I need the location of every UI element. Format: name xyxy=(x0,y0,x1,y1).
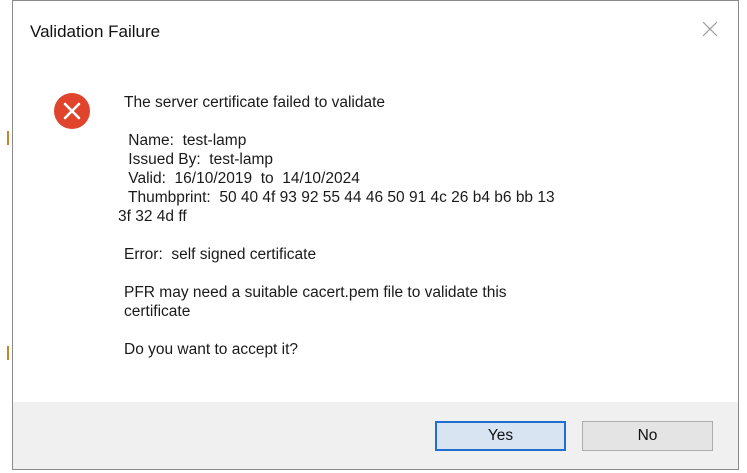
title-bar: Validation Failure xyxy=(13,1,738,63)
hint-message: PFR may need a suitable cacert.pem file … xyxy=(124,284,507,301)
dialog-footer: Yes No xyxy=(13,402,738,469)
hint-message-continued: certificate xyxy=(124,303,191,320)
dialog-body: The server certificate failed to validat… xyxy=(13,63,738,403)
cert-thumbprint-continued: 3f 32 4d ff xyxy=(118,208,187,225)
yes-button[interactable]: Yes xyxy=(435,421,566,451)
cert-valid: Valid: 16/10/2019 to 14/10/2024 xyxy=(124,170,360,187)
no-button[interactable]: No xyxy=(582,421,713,451)
message-text: The server certificate failed to validat… xyxy=(118,93,555,359)
background-window-edge-right xyxy=(741,0,747,473)
cert-thumbprint: Thumbprint: 50 40 4f 93 92 55 44 46 50 9… xyxy=(124,189,555,206)
close-button[interactable] xyxy=(696,15,724,43)
dialog-title: Validation Failure xyxy=(30,22,161,41)
validation-dialog: Validation Failure The server certificat… xyxy=(12,0,739,470)
error-icon xyxy=(54,93,90,129)
message-heading: The server certificate failed to validat… xyxy=(124,94,386,111)
accept-question: Do you want to accept it? xyxy=(124,341,299,358)
cert-issued-by: Issued By: test-lamp xyxy=(124,151,274,168)
background-marker xyxy=(7,346,9,360)
error-message: Error: self signed certificate xyxy=(124,246,317,263)
close-icon xyxy=(702,21,718,37)
cert-name: Name: test-lamp xyxy=(124,132,247,149)
background-window-edge xyxy=(0,0,12,473)
background-marker xyxy=(7,131,9,145)
